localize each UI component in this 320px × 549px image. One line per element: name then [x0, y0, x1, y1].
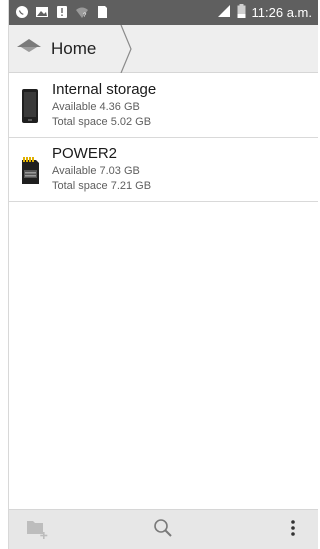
phone-icon: [19, 88, 41, 124]
storage-available: Available 7.03 GB: [52, 165, 140, 177]
storage-available: Available 4.36 GB: [52, 101, 140, 113]
breadcrumb-home-label: Home: [51, 39, 97, 58]
clock: 11:26 a.m.: [251, 5, 312, 20]
home-icon: [15, 37, 43, 62]
whatsapp-icon: [15, 5, 29, 19]
signal-icon: [217, 4, 231, 21]
alert-icon: [55, 5, 69, 19]
list-item-internal-storage[interactable]: Internal storage Available 4.36 GB Total…: [9, 74, 318, 138]
notification-icons: ?: [15, 5, 109, 19]
search-button[interactable]: [149, 518, 177, 542]
list-item-power2[interactable]: POWER2 Available 7.03 GB Total space 7.2…: [9, 138, 318, 202]
storage-title: POWER2: [52, 145, 118, 162]
storage-total: Total space 7.21 GB: [52, 180, 152, 192]
sd-notification-icon: [95, 5, 109, 19]
file-manager-screen: ? 11:26 a.m. Home Internal storage Avail…: [8, 0, 318, 549]
bottom-action-bar: [9, 509, 318, 549]
search-icon: [151, 516, 175, 545]
status-right: 11:26 a.m.: [217, 4, 312, 21]
new-folder-icon: [24, 516, 50, 545]
sd-card-icon: [19, 152, 41, 188]
breadcrumb-bar: Home: [9, 24, 318, 74]
storage-title: Internal storage: [52, 81, 157, 98]
svg-text:?: ?: [83, 13, 87, 19]
wifi-icon: ?: [75, 5, 89, 19]
new-folder-button[interactable]: [23, 518, 51, 542]
more-options-button[interactable]: [279, 518, 307, 542]
status-bar: ? 11:26 a.m.: [9, 0, 318, 25]
breadcrumb-separator-icon: [119, 24, 133, 78]
storage-list: Internal storage Available 4.36 GB Total…: [9, 74, 318, 202]
battery-icon: [237, 4, 246, 21]
breadcrumb-home[interactable]: Home: [15, 31, 102, 67]
more-options-icon: [289, 518, 297, 543]
storage-total: Total space 5.02 GB: [52, 116, 152, 128]
gallery-icon: [35, 5, 49, 19]
